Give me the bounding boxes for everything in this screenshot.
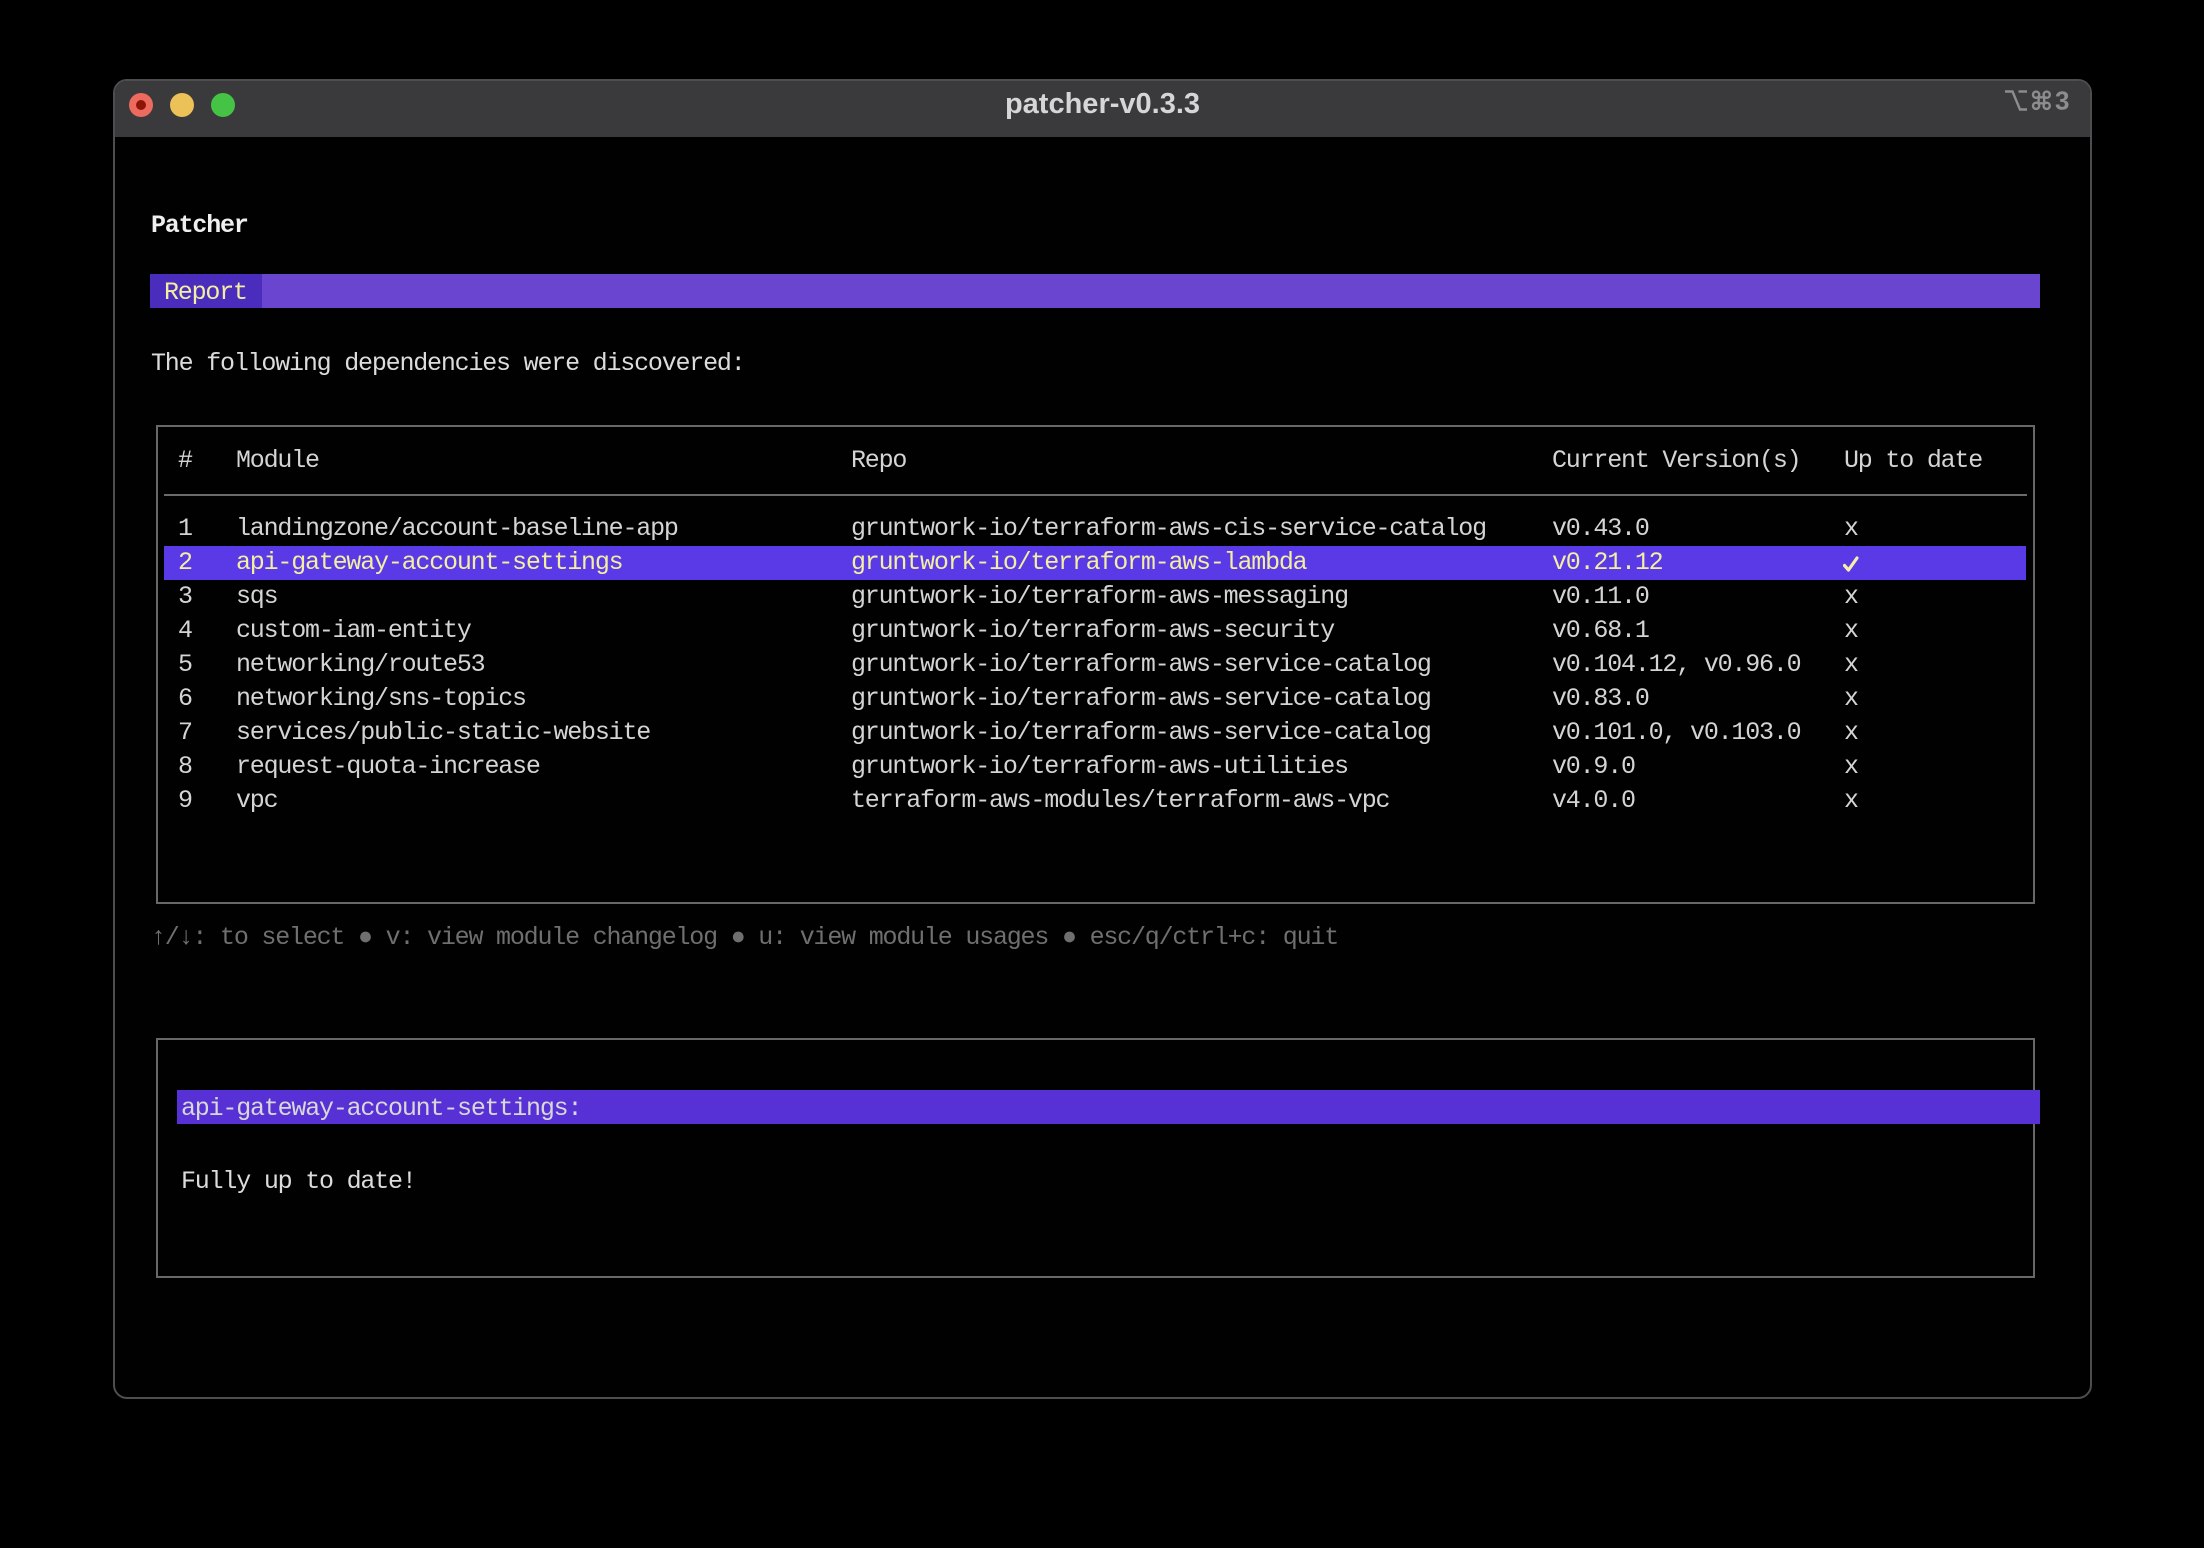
svg-text:3: 3 [2055,87,2069,115]
